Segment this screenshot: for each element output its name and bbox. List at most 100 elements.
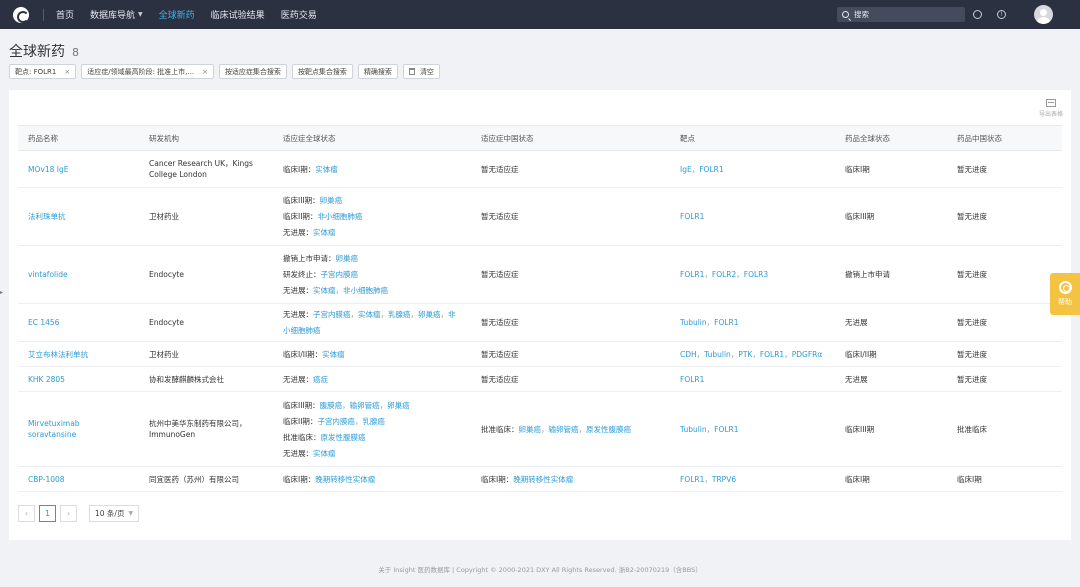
lightbulb-icon[interactable] bbox=[973, 10, 982, 19]
indication-cell: 临床I期：晚期转移性实体瘤 bbox=[471, 466, 670, 492]
target-link[interactable]: FOLR3 bbox=[744, 270, 768, 279]
target-link[interactable]: FOLR1 bbox=[680, 375, 704, 384]
target-link[interactable]: FOLR1 bbox=[680, 475, 704, 484]
drug-name-link[interactable]: Mirvetuximab soravtansine bbox=[18, 391, 139, 467]
page-1-button[interactable]: 1 bbox=[39, 505, 56, 522]
indication-line: 撤销上市申请：卵巢癌 bbox=[283, 251, 461, 267]
filter-chip-label: 适应症/领域最高阶段: 批准上市,... bbox=[87, 67, 195, 76]
indication-link[interactable]: 子宫内膜癌 bbox=[317, 417, 355, 426]
indication-link[interactable]: 输卵管癌 bbox=[350, 401, 380, 410]
help-button[interactable]: 帮助 bbox=[1050, 273, 1080, 315]
indication-stage: 批准临床： bbox=[481, 424, 519, 434]
indication-link[interactable]: 非小细胞肺癌 bbox=[343, 286, 388, 295]
indication-link[interactable]: 子宫内膜癌 bbox=[321, 270, 359, 279]
help-label: 帮助 bbox=[1058, 298, 1072, 306]
target-link[interactable]: FOLR1 bbox=[680, 270, 704, 279]
nav-item-3[interactable]: 临床试验结果 bbox=[211, 8, 265, 21]
cn-status-cell: 暂无进度 bbox=[947, 245, 1062, 304]
indication-line: 暂无适应症 bbox=[481, 267, 660, 283]
logo-icon[interactable] bbox=[13, 6, 29, 23]
avatar[interactable] bbox=[1034, 5, 1053, 24]
target-link[interactable]: FOLR1 bbox=[680, 212, 704, 221]
filter-button-2[interactable]: 精确搜索 bbox=[357, 64, 398, 79]
indication-link[interactable]: 实体瘤 bbox=[313, 228, 336, 237]
indication-link[interactable]: 乳腺癌 bbox=[388, 310, 411, 319]
target-link[interactable]: FOLR1 bbox=[699, 165, 723, 174]
filter-button-label: 精确搜索 bbox=[363, 67, 392, 76]
target-link[interactable]: PTK bbox=[738, 350, 752, 359]
search-box[interactable] bbox=[837, 7, 965, 22]
target-link[interactable]: FOLR1 bbox=[714, 425, 738, 434]
drug-name-link[interactable]: EC 1456 bbox=[18, 303, 139, 342]
export-button[interactable]: 导出表格 bbox=[1039, 99, 1063, 118]
nav-divider bbox=[43, 8, 44, 21]
drug-name-link[interactable]: vintafolide bbox=[18, 245, 139, 304]
drug-name-link[interactable]: CBP-1008 bbox=[18, 466, 139, 492]
indication-link[interactable]: 实体瘤 bbox=[313, 286, 336, 295]
indication-link[interactable]: 晚期转移性实体瘤 bbox=[513, 475, 573, 484]
indication-link[interactable]: 输卵管癌 bbox=[549, 425, 579, 434]
indication-link[interactable]: 卵巢癌 bbox=[418, 310, 441, 319]
filter-button-1[interactable]: 按靶点集合搜索 bbox=[291, 64, 353, 79]
indication-link[interactable]: 晚期转移性实体瘤 bbox=[315, 475, 375, 484]
indication-link[interactable]: 乳腺癌 bbox=[362, 417, 385, 426]
indication-link[interactable]: 原发性腹膜癌 bbox=[321, 433, 366, 442]
chevron-right-icon[interactable]: ▸ bbox=[0, 289, 5, 299]
target-link[interactable]: Tubulin bbox=[680, 425, 707, 434]
drug-name-link[interactable]: KHK 2805 bbox=[18, 366, 139, 392]
close-icon[interactable]: × bbox=[64, 68, 70, 76]
indication-line: 无进展：实体瘤 bbox=[283, 445, 461, 461]
indication-link[interactable]: 子宫内膜癌 bbox=[313, 310, 351, 319]
nav-item-1[interactable]: 数据库导航 ▼ bbox=[90, 8, 143, 21]
separator: ， bbox=[578, 424, 587, 434]
indication-stage: 无进展： bbox=[283, 286, 313, 295]
indication-link[interactable]: 卵巢癌 bbox=[519, 425, 542, 434]
indication-link[interactable]: 小细胞肺癌 bbox=[283, 326, 321, 335]
close-icon[interactable]: × bbox=[202, 68, 208, 76]
target-link[interactable]: Tubulin bbox=[680, 318, 707, 327]
target-link[interactable]: FOLR1 bbox=[760, 350, 784, 359]
indication-link[interactable]: 实体瘤 bbox=[313, 449, 336, 458]
indication-link[interactable]: 卵巢癌 bbox=[336, 254, 359, 263]
drug-name-link[interactable]: 法利珠单抗 bbox=[18, 187, 139, 246]
indication-link[interactable]: 实体瘤 bbox=[315, 165, 338, 174]
indication-link[interactable]: 实体瘤 bbox=[358, 310, 381, 319]
indication-link[interactable]: 癌症 bbox=[313, 375, 328, 384]
next-page-button[interactable]: › bbox=[60, 505, 77, 522]
search-input[interactable] bbox=[854, 10, 954, 19]
filter-button-0[interactable]: 按适应症集合搜索 bbox=[218, 64, 287, 79]
prev-page-button[interactable]: ‹ bbox=[18, 505, 35, 522]
indication-link[interactable]: 卵巢癌 bbox=[320, 196, 343, 205]
indication-link[interactable]: 非小细胞肺癌 bbox=[317, 212, 362, 221]
global-status-cell: 无进展 bbox=[835, 366, 947, 392]
nav-item-2[interactable]: 全球新药 bbox=[159, 8, 195, 21]
indication-link[interactable]: 腹膜癌 bbox=[320, 401, 343, 410]
column-header: 适应症中国状态 bbox=[471, 125, 670, 151]
target-link[interactable]: FOLR1 bbox=[714, 318, 738, 327]
indication-link[interactable]: 非 bbox=[448, 310, 456, 319]
target-link[interactable]: CDH bbox=[680, 350, 697, 359]
org-cell: Endocyte bbox=[139, 245, 273, 304]
drug-name-link[interactable]: MOv18 IgE bbox=[18, 150, 139, 188]
indication-link[interactable]: 卵巢癌 bbox=[387, 401, 410, 410]
nav-item-label: 临床试验结果 bbox=[210, 11, 265, 21]
page-size-select[interactable]: 10 条/页 ▼ bbox=[89, 505, 140, 522]
cn-status-cell: 批准临床 bbox=[947, 391, 1062, 467]
indication-stage: 暂无适应症 bbox=[481, 164, 519, 174]
indication-link[interactable]: 实体瘤 bbox=[322, 350, 345, 359]
indication-link[interactable]: 原发性腹膜癌 bbox=[586, 425, 631, 434]
target-cell: Tubulin，FOLR1 bbox=[670, 303, 835, 342]
nav-item-4[interactable]: 医药交易 bbox=[281, 8, 317, 21]
nav-item-0[interactable]: 首页 bbox=[56, 8, 74, 21]
indication-stage: 临床I期： bbox=[481, 474, 514, 484]
target-link[interactable]: FOLR2 bbox=[712, 270, 736, 279]
target-link[interactable]: PDGFRα bbox=[792, 350, 823, 359]
filter-button-3[interactable]: 清空 bbox=[402, 64, 440, 79]
target-link[interactable]: TRPV6 bbox=[712, 475, 736, 484]
drug-name-link[interactable]: 艾立布林法利单抗 bbox=[18, 341, 139, 367]
column-header: 药品名称 bbox=[18, 125, 139, 151]
target-link[interactable]: Tubulin bbox=[704, 350, 731, 359]
target-link[interactable]: IgE bbox=[680, 165, 692, 174]
info-icon[interactable]: ! bbox=[997, 10, 1006, 19]
org-cell: Cancer Research UK，Kings College London bbox=[139, 150, 273, 188]
